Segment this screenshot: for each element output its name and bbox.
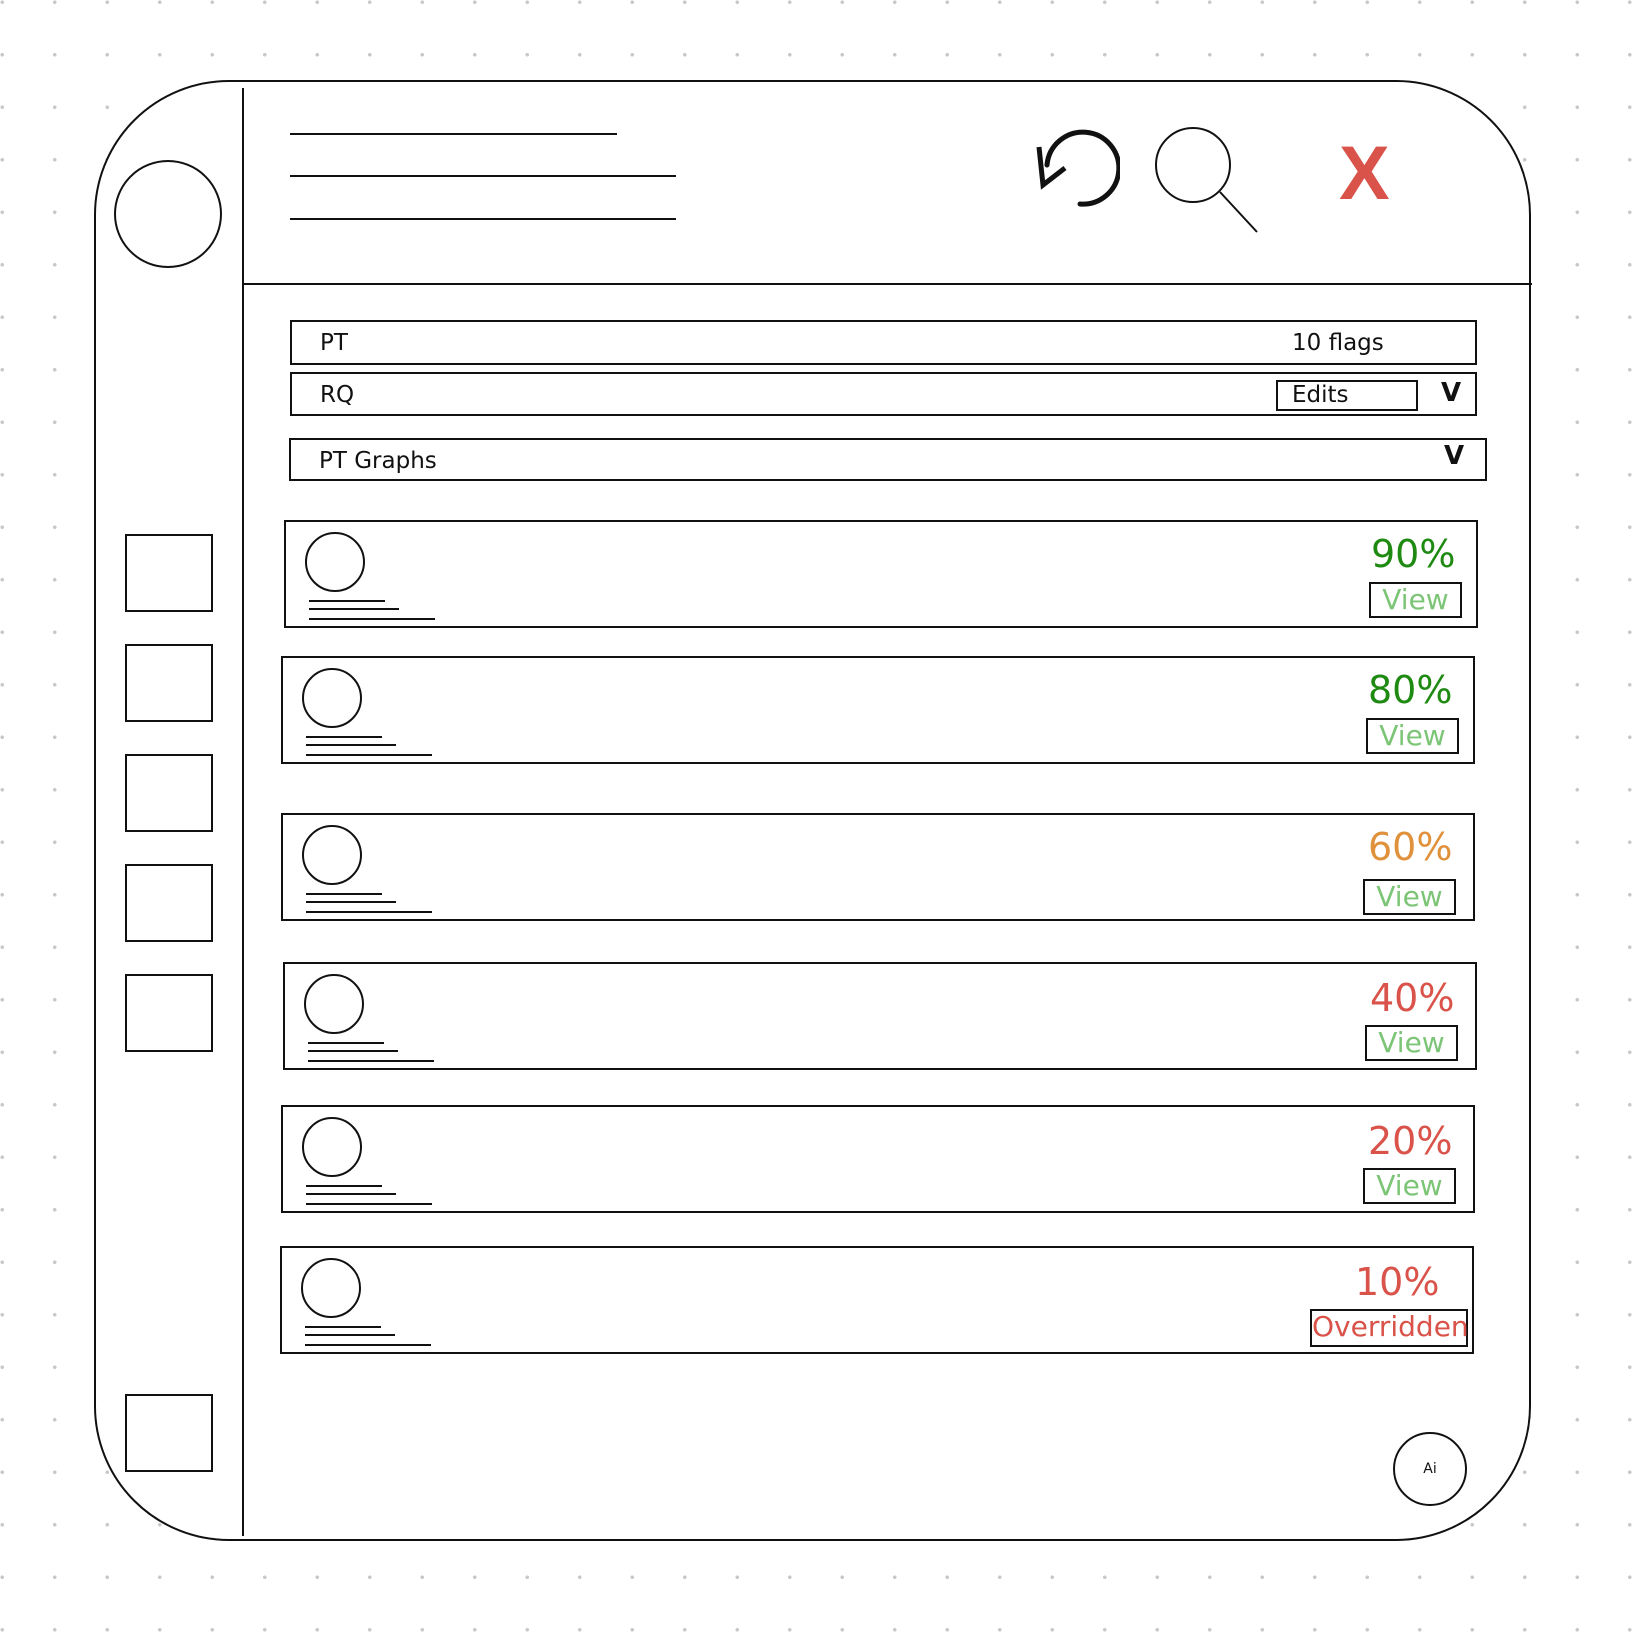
percentage: 60% bbox=[1368, 825, 1453, 869]
rq-label: RQ bbox=[320, 382, 355, 408]
text-line bbox=[306, 744, 396, 746]
pt-graphs-label: PT Graphs bbox=[319, 448, 437, 474]
view-button[interactable]: View bbox=[1369, 582, 1462, 618]
ai-assistant-button[interactable]: Ai bbox=[1393, 1432, 1467, 1506]
sidebar-nav-item-5[interactable] bbox=[125, 974, 213, 1052]
text-line bbox=[306, 1185, 382, 1187]
text-line bbox=[306, 911, 432, 913]
sidebar-nav-item-3[interactable] bbox=[125, 754, 213, 832]
percentage: 10% bbox=[1355, 1260, 1440, 1304]
text-line bbox=[308, 1060, 434, 1062]
view-button[interactable]: View bbox=[1363, 879, 1456, 915]
view-button[interactable]: View bbox=[1365, 1025, 1458, 1061]
text-line bbox=[306, 754, 432, 756]
text-line bbox=[306, 736, 382, 738]
text-line bbox=[306, 893, 382, 895]
text-line bbox=[309, 618, 435, 620]
chevron-down-icon[interactable]: V bbox=[1444, 441, 1464, 471]
title-line bbox=[290, 133, 617, 135]
avatar bbox=[302, 1117, 362, 1177]
list-item[interactable]: 40% View bbox=[283, 962, 1477, 1070]
text-line bbox=[308, 1042, 384, 1044]
list-item[interactable]: 10% Overridden bbox=[280, 1246, 1474, 1354]
avatar bbox=[301, 1258, 361, 1318]
sidebar-divider bbox=[242, 88, 244, 1536]
view-button[interactable]: View bbox=[1366, 718, 1459, 754]
pt-label: PT bbox=[320, 330, 348, 356]
undo-icon[interactable] bbox=[1030, 125, 1122, 210]
sidebar-nav-bottom-item[interactable] bbox=[125, 1394, 213, 1472]
edits-button[interactable]: Edits bbox=[1276, 380, 1418, 411]
avatar bbox=[302, 825, 362, 885]
text-line bbox=[309, 608, 399, 610]
user-avatar[interactable] bbox=[114, 160, 222, 268]
text-line bbox=[308, 1050, 398, 1052]
text-line bbox=[306, 901, 396, 903]
chevron-down-icon[interactable]: V bbox=[1441, 378, 1461, 408]
search-icon[interactable] bbox=[1154, 126, 1262, 236]
text-line bbox=[305, 1344, 431, 1346]
flags-count: 10 flags bbox=[1292, 330, 1384, 356]
text-line bbox=[306, 1203, 432, 1205]
header-divider bbox=[242, 283, 1532, 285]
sidebar-nav-item-1[interactable] bbox=[125, 534, 213, 612]
avatar bbox=[302, 668, 362, 728]
sidebar-nav-item-2[interactable] bbox=[125, 644, 213, 722]
percentage: 40% bbox=[1370, 976, 1455, 1020]
close-icon[interactable]: X bbox=[1339, 136, 1390, 212]
title-line bbox=[290, 175, 676, 177]
sidebar-nav-item-4[interactable] bbox=[125, 864, 213, 942]
text-line bbox=[309, 600, 385, 602]
pt-bar: PT 10 flags bbox=[290, 320, 1477, 365]
percentage: 80% bbox=[1368, 668, 1453, 712]
title-line bbox=[290, 218, 676, 220]
list-item[interactable]: 20% View bbox=[281, 1105, 1475, 1213]
pt-graphs-bar[interactable]: PT Graphs V bbox=[289, 438, 1487, 481]
rq-bar[interactable]: RQ Edits V bbox=[290, 372, 1477, 416]
overridden-button[interactable]: Overridden bbox=[1310, 1309, 1469, 1347]
percentage: 20% bbox=[1368, 1119, 1453, 1163]
list-item[interactable]: 80% View bbox=[281, 656, 1475, 764]
percentage: 90% bbox=[1371, 532, 1456, 576]
text-line bbox=[306, 1193, 396, 1195]
view-button[interactable]: View bbox=[1363, 1168, 1456, 1204]
text-line bbox=[305, 1334, 395, 1336]
avatar bbox=[304, 974, 364, 1034]
list-item[interactable]: 90% View bbox=[284, 520, 1478, 628]
text-line bbox=[305, 1326, 381, 1328]
avatar bbox=[305, 532, 365, 592]
list-item[interactable]: 60% View bbox=[281, 813, 1475, 921]
